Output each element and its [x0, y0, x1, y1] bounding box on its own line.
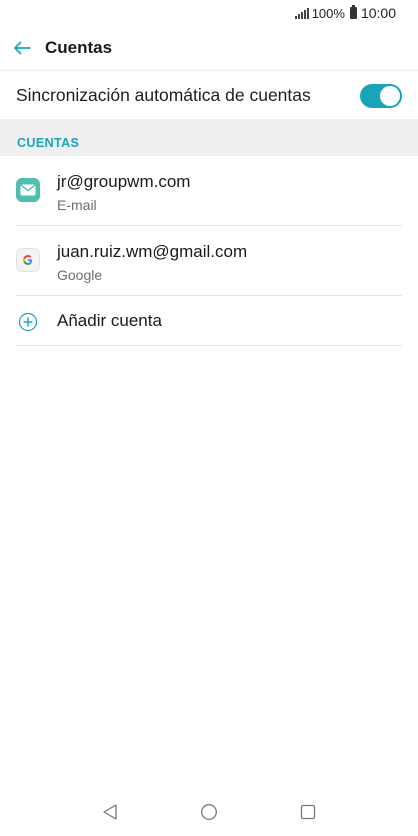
navigation-bar: [0, 788, 418, 836]
status-bar: 100% 10:00: [0, 0, 418, 26]
google-icon: [16, 248, 40, 272]
auto-sync-toggle[interactable]: [360, 83, 402, 108]
add-account-button[interactable]: Añadir cuenta: [16, 296, 402, 346]
accounts-list: jr@groupwm.com E-mail juan.ruiz.wm@gmail…: [0, 156, 418, 346]
clock: 10:00: [360, 5, 396, 21]
email-icon: [16, 178, 40, 202]
back-button[interactable]: [0, 28, 44, 68]
page-title: Cuentas: [45, 38, 113, 57]
app-bar: Cuentas: [0, 28, 418, 68]
nav-home-button[interactable]: [189, 792, 229, 832]
account-name: juan.ruiz.wm@gmail.com: [57, 242, 248, 261]
account-item-email[interactable]: jr@groupwm.com E-mail: [16, 156, 402, 226]
back-arrow-icon: [14, 41, 31, 55]
section-header-accounts: CUENTAS: [0, 119, 418, 156]
section-title: CUENTAS: [17, 136, 80, 150]
signal-icon: [294, 7, 309, 19]
auto-sync-row[interactable]: Sincronización automática de cuentas: [0, 70, 418, 120]
add-account-label: Añadir cuenta: [57, 311, 162, 330]
account-type: Google: [57, 267, 103, 283]
account-item-google[interactable]: juan.ruiz.wm@gmail.com Google: [16, 226, 402, 296]
battery-percent: 100%: [311, 5, 345, 21]
circle-home-icon: [201, 804, 217, 820]
account-name: jr@groupwm.com: [57, 172, 191, 191]
square-recents-icon: [301, 804, 316, 820]
battery-icon: [349, 5, 357, 19]
auto-sync-label: Sincronización automática de cuentas: [16, 85, 311, 105]
triangle-back-icon: [103, 804, 117, 820]
toggle-knob: [380, 85, 400, 106]
nav-recents-button[interactable]: [288, 792, 328, 832]
plus-circle-icon: [18, 312, 38, 332]
account-type: E-mail: [57, 197, 97, 213]
nav-back-button[interactable]: [90, 792, 130, 832]
